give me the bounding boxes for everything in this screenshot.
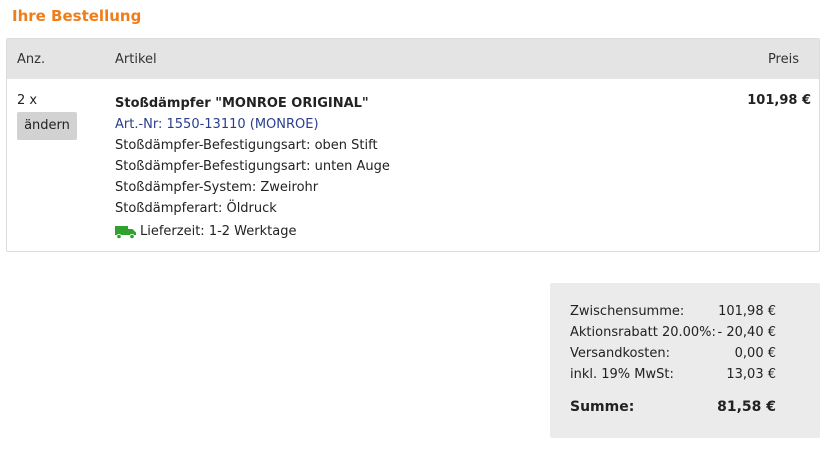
- order-summary: Zwischensumme: 101,98 € Aktionsrabatt 20…: [550, 283, 820, 438]
- vat-label: inkl. 19% MwSt:: [570, 367, 674, 382]
- order-table: Anz. Artikel Preis 2 x ändern Stoßdämpfe…: [6, 38, 820, 252]
- item-quantity: 2 x: [17, 93, 38, 108]
- item-attribute: Stoßdämpfer-System: Zweirohr: [115, 180, 319, 195]
- header-price: Preis: [767, 52, 799, 67]
- delivery-time: Lieferzeit: 1-2 Werktage: [140, 224, 297, 239]
- header-qty: Anz.: [17, 52, 46, 67]
- total-row: Summe: 81,58 €: [570, 399, 776, 419]
- item-title: Stoßdämpfer "MONROE ORIGINAL": [115, 96, 369, 111]
- discount-value: - 20,40 €: [717, 325, 776, 340]
- subtotal-row: Zwischensumme: 101,98 €: [570, 304, 776, 324]
- shipping-row: Versandkosten: 0,00 €: [570, 346, 776, 366]
- edit-quantity-button[interactable]: ändern: [17, 112, 77, 140]
- shipping-value: 0,00 €: [734, 346, 776, 361]
- vat-row: inkl. 19% MwSt: 13,03 €: [570, 367, 776, 387]
- table-header: Anz. Artikel Preis: [7, 39, 819, 79]
- discount-row: Aktionsrabatt 20.00%: - 20,40 €: [570, 325, 776, 345]
- header-item: Artikel: [115, 52, 157, 67]
- subtotal-value: 101,98 €: [718, 304, 776, 319]
- item-attribute: Stoßdämpfer-Befestigungsart: unten Auge: [115, 159, 390, 174]
- table-row: 2 x ändern Stoßdämpfer "MONROE ORIGINAL"…: [7, 79, 819, 251]
- item-price: 101,98 €: [747, 93, 811, 108]
- discount-label: Aktionsrabatt 20.00%:: [570, 325, 716, 340]
- item-attribute: Stoßdämpferart: Öldruck: [115, 201, 277, 216]
- subtotal-label: Zwischensumme:: [570, 304, 685, 319]
- delivery-info: Lieferzeit: 1-2 Werktage: [115, 221, 390, 242]
- truck-icon: [115, 225, 137, 239]
- item-attribute: Stoßdämpfer-Befestigungsart: oben Stift: [115, 138, 378, 153]
- item-article-number[interactable]: Art.-Nr: 1550-13110 (MONROE): [115, 114, 390, 135]
- vat-value: 13,03 €: [726, 367, 776, 382]
- item-details: Stoßdämpfer "MONROE ORIGINAL" Art.-Nr: 1…: [115, 93, 390, 242]
- section-title: Ihre Bestellung: [12, 7, 142, 25]
- shipping-label: Versandkosten:: [570, 346, 670, 361]
- total-label: Summe:: [570, 399, 635, 415]
- total-value: 81,58 €: [717, 399, 776, 415]
